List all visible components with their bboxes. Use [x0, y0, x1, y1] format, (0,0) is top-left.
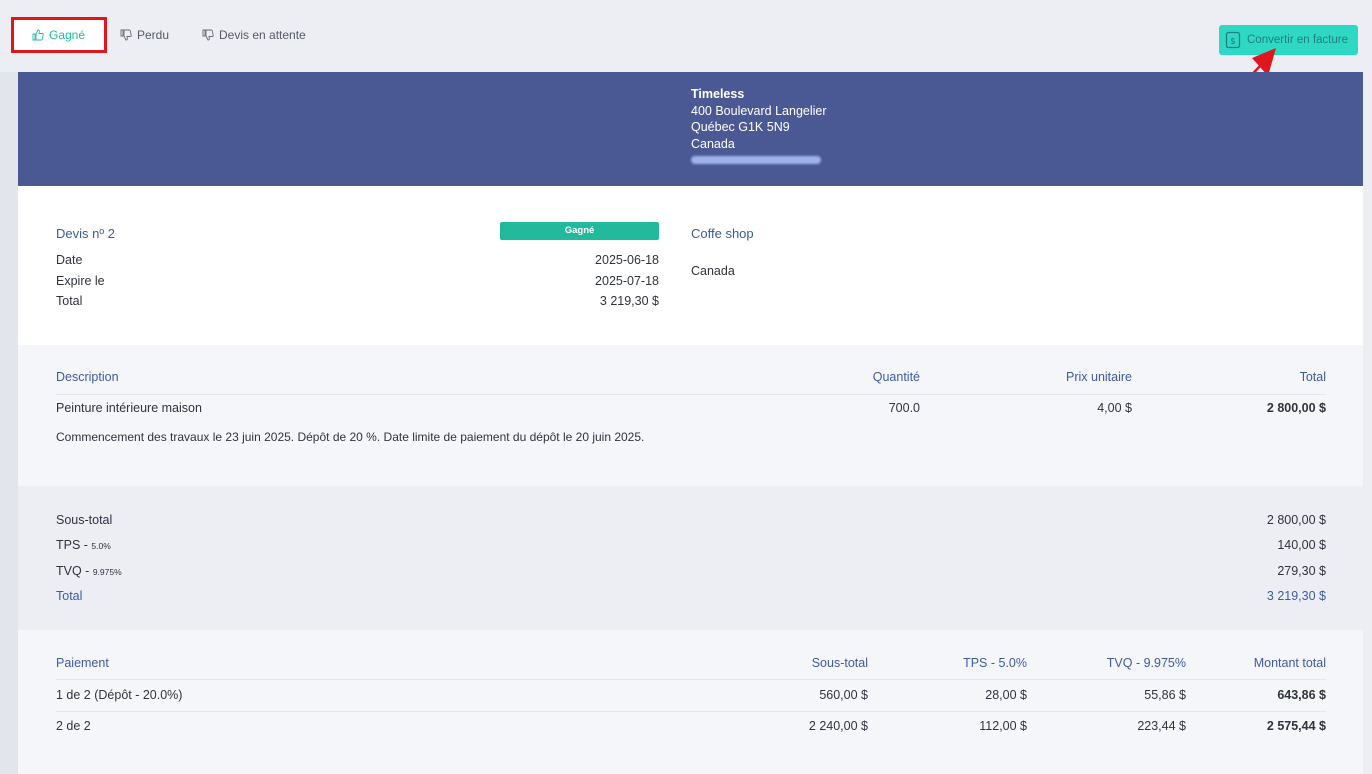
- tps-value: 140,00 $: [1277, 538, 1326, 552]
- convert-to-invoice-button[interactable]: $ Convertir en facture: [1219, 25, 1358, 55]
- subtotal-value: 2 800,00 $: [1266, 513, 1326, 527]
- quote-total-value: 3 219,30 $: [599, 294, 659, 308]
- col-payment: Paiement: [56, 656, 109, 670]
- payment-schedule-header: Paiement Sous-total TPS - 5.0% TVQ - 9.9…: [56, 656, 1326, 680]
- status-badge: Gagné: [500, 222, 659, 240]
- totals-section: Sous-total 2 800,00 $ TPS - 5.0% 140,00 …: [18, 486, 1363, 630]
- tab-lost[interactable]: Perdu: [120, 20, 169, 50]
- line-item-unit-price: 4,00 $: [1097, 401, 1132, 415]
- tvq-rate: 9.975%: [92, 567, 122, 577]
- col-pay-tvq: TVQ - 9.975%: [1106, 656, 1186, 670]
- payment-amount: 2 575,44 $: [1266, 719, 1326, 733]
- client-name: Coffe shop: [691, 226, 754, 241]
- quote-document: Timeless 400 Boulevard Langelier Québec …: [18, 72, 1363, 774]
- payment-tvq: 223,44 $: [1137, 719, 1186, 733]
- quote-info: Devis nº 2 Gagné Date 2025-06-18 Expire …: [18, 186, 1363, 345]
- col-pay-tps: TPS - 5.0%: [963, 656, 1027, 670]
- company-city: Québec G1K 5N9: [691, 120, 790, 134]
- payment-schedule-section: Paiement Sous-total TPS - 5.0% TVQ - 9.9…: [18, 630, 1363, 774]
- col-total: Total: [1299, 370, 1326, 384]
- svg-text:$: $: [1230, 37, 1236, 47]
- payment-tps: 112,00 $: [979, 719, 1027, 733]
- company-name: Timeless: [691, 87, 745, 101]
- expires-label: Expire le: [56, 274, 105, 288]
- company-street: 400 Boulevard Langelier: [691, 103, 827, 118]
- invoice-dollar-icon: $: [1225, 31, 1241, 49]
- tps-rate: 5.0%: [91, 541, 111, 551]
- client-country: Canada: [691, 264, 735, 278]
- quote-total-label: Total: [56, 294, 83, 308]
- payment-subtotal: 2 240,00 $: [808, 719, 868, 733]
- payment-label: 2 de 2: [56, 719, 91, 733]
- line-item-quantity: 700.0: [888, 401, 920, 415]
- expires-value: 2025-07-18: [595, 274, 659, 288]
- convert-to-invoice-label: Convertir en facture: [1247, 34, 1348, 46]
- payment-tps: 28,00 $: [985, 688, 1027, 702]
- col-pay-amount: Montant total: [1253, 656, 1326, 670]
- quote-number: Devis nº 2: [56, 226, 115, 241]
- payment-amount: 643,86 $: [1277, 688, 1326, 702]
- line-items-section: Description Quantité Prix unitaire Total…: [18, 345, 1363, 486]
- tab-pending[interactable]: Devis en attente: [202, 20, 306, 50]
- date-value: 2025-06-18: [595, 253, 659, 267]
- tvq-label: TVQ - 9.975%: [56, 564, 122, 578]
- payment-subtotal: 560,00 $: [819, 688, 868, 702]
- date-label: Date: [56, 253, 83, 267]
- left-gutter: [0, 72, 18, 774]
- expires-row: Expire le 2025-07-18: [56, 274, 659, 288]
- tab-pending-label: Devis en attente: [219, 28, 306, 42]
- tab-won-label: Gagné: [49, 28, 86, 42]
- payment-row: 2 de 2 2 240,00 $ 112,00 $ 223,44 $ 2 57…: [56, 713, 1326, 743]
- line-items-header: Description Quantité Prix unitaire Total: [56, 370, 1326, 395]
- company-banner: Timeless 400 Boulevard Langelier Québec …: [18, 72, 1363, 186]
- toolbar: Gagné Perdu Devis en attente $ Convertir…: [0, 0, 1372, 72]
- tvq-value: 279,30 $: [1277, 564, 1326, 578]
- quote-total-row: Total 3 219,30 $: [56, 294, 659, 308]
- line-item-total: 2 800,00 $: [1266, 401, 1326, 415]
- col-unit-price: Prix unitaire: [1066, 370, 1132, 384]
- payment-label: 1 de 2 (Dépôt - 20.0%): [56, 688, 183, 702]
- col-quantity: Quantité: [872, 370, 920, 384]
- line-item-name: Peinture intérieure maison: [56, 401, 202, 415]
- company-country: Canada: [691, 136, 735, 151]
- redacted-email: [691, 156, 821, 164]
- company-address: Timeless 400 Boulevard Langelier Québec …: [691, 86, 827, 169]
- thumbs-down-icon: [202, 29, 214, 41]
- date-row: Date 2025-06-18: [56, 253, 659, 267]
- tab-lost-label: Perdu: [137, 28, 170, 42]
- line-item-note: Commencement des travaux le 23 juin 2025…: [56, 430, 645, 444]
- grand-total-value: 3 219,30 $: [1266, 589, 1326, 603]
- col-pay-subtotal: Sous-total: [811, 656, 868, 670]
- tab-won[interactable]: Gagné: [14, 20, 106, 50]
- payment-row: 1 de 2 (Dépôt - 20.0%) 560,00 $ 28,00 $ …: [56, 682, 1326, 712]
- thumbs-up-icon: [32, 29, 44, 41]
- col-description: Description: [56, 370, 119, 384]
- payment-tvq: 55,86 $: [1144, 688, 1186, 702]
- grand-total-label: Total: [56, 589, 83, 603]
- subtotal-label: Sous-total: [56, 513, 113, 527]
- thumbs-down-icon: [120, 29, 132, 41]
- tps-label: TPS - 5.0%: [56, 538, 111, 552]
